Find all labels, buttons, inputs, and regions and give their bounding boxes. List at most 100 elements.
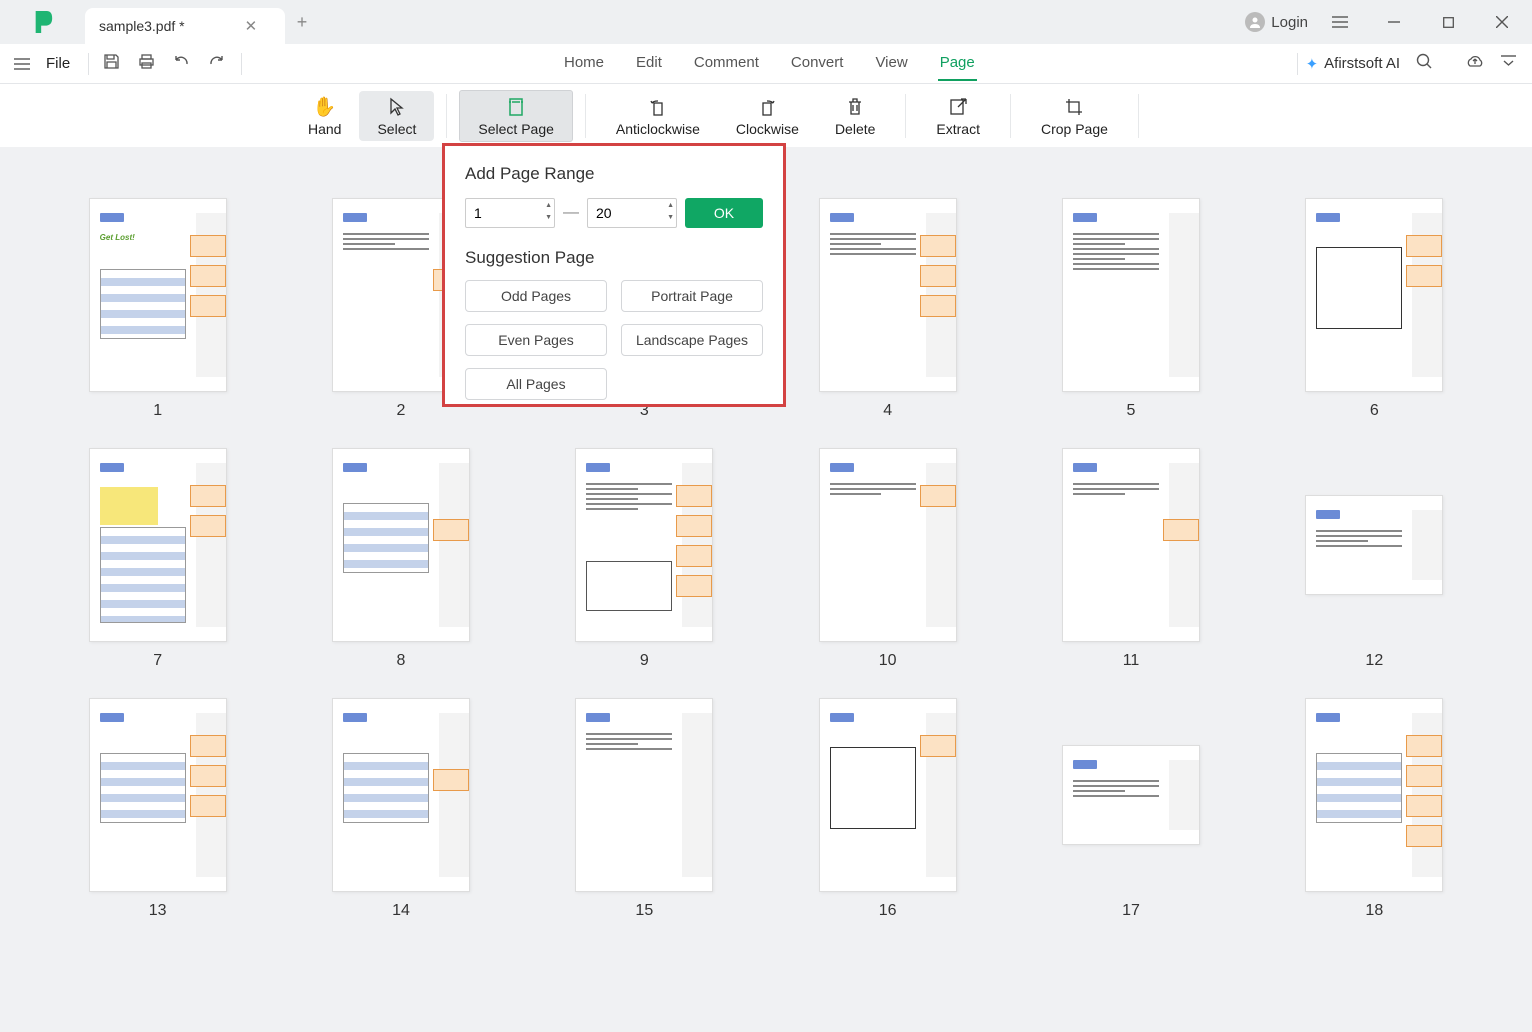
spinner-up-icon[interactable]: ▲ [545, 200, 552, 212]
document-tab[interactable]: sample3.pdf * ✕ [85, 8, 285, 44]
ok-button[interactable]: OK [685, 198, 763, 228]
page-thumbnail[interactable] [1062, 198, 1200, 392]
rotate-ccw-icon [648, 95, 668, 119]
page-thumbnail[interactable] [819, 198, 957, 392]
suggestion-title: Suggestion Page [465, 248, 763, 268]
avatar-icon [1245, 12, 1265, 32]
page-cell: 14 [313, 698, 488, 920]
range-dash: — [563, 204, 579, 222]
tool-delete[interactable]: Delete [817, 91, 893, 141]
page-number: 16 [879, 902, 897, 920]
menu-home[interactable]: Home [562, 46, 606, 81]
extract-icon [948, 95, 968, 119]
page-number: 14 [392, 902, 410, 920]
spinner-down-icon[interactable]: ▼ [545, 212, 552, 224]
undo-icon[interactable] [173, 54, 190, 73]
tool-crop-page[interactable]: Crop Page [1023, 91, 1126, 141]
tool-label: Select [377, 121, 416, 137]
divider [905, 94, 906, 138]
page-thumbnail[interactable] [89, 698, 227, 892]
page-cell: 12 [1287, 448, 1462, 670]
menu-view[interactable]: View [873, 46, 909, 81]
tool-label: Delete [835, 121, 875, 137]
popup-title: Add Page Range [465, 164, 763, 184]
close-tab-icon[interactable]: ✕ [245, 17, 258, 35]
rotate-cw-icon [757, 95, 777, 119]
search-icon[interactable] [1416, 53, 1433, 75]
minimize-button[interactable] [1372, 7, 1416, 37]
page-thumbnail[interactable] [1305, 698, 1443, 892]
menu-page[interactable]: Page [938, 46, 977, 81]
page-thumbnail[interactable] [1305, 495, 1443, 595]
print-icon[interactable] [138, 53, 155, 75]
new-tab-button[interactable]: + [285, 12, 319, 33]
page-number: 11 [1123, 652, 1140, 670]
file-menu[interactable]: File [38, 55, 78, 72]
cursor-icon [388, 95, 406, 119]
page-thumbnail[interactable] [89, 448, 227, 642]
trash-icon [846, 95, 864, 119]
page-cell: 8 [313, 448, 488, 670]
page-cell: 18 [1287, 698, 1462, 920]
page-toolbar: ✋ Hand Select Select Page Anticlockwise … [0, 84, 1532, 147]
save-icon[interactable] [103, 53, 120, 75]
app-logo [0, 9, 85, 35]
tool-extract[interactable]: Extract [918, 91, 998, 141]
hamburger-icon[interactable] [8, 58, 36, 70]
even-pages-button[interactable]: Even Pages [465, 324, 607, 356]
divider [1297, 53, 1298, 75]
tool-clockwise[interactable]: Clockwise [718, 91, 817, 141]
collapse-icon[interactable] [1501, 54, 1516, 73]
tool-select-page[interactable]: Select Page [459, 90, 573, 142]
spinner-down-icon[interactable]: ▼ [667, 212, 674, 224]
page-number: 17 [1122, 902, 1140, 920]
page-cell: 15 [557, 698, 732, 920]
page-thumbnail[interactable] [575, 698, 713, 892]
menu-convert[interactable]: Convert [789, 46, 846, 81]
login-button[interactable]: Login [1245, 12, 1308, 32]
page-number: 9 [640, 652, 649, 670]
page-number: 13 [149, 902, 167, 920]
tool-select[interactable]: Select [359, 91, 434, 141]
page-thumbnail[interactable] [575, 448, 713, 642]
page-thumbnail[interactable] [819, 698, 957, 892]
range-to-input[interactable]: ▲▼ [587, 198, 677, 228]
page-number: 18 [1365, 902, 1383, 920]
landscape-pages-button[interactable]: Landscape Pages [621, 324, 763, 356]
cloud-icon[interactable] [1465, 54, 1485, 74]
tab-title: sample3.pdf * [99, 18, 185, 34]
page-thumbnail[interactable] [332, 448, 470, 642]
page-number: 7 [153, 652, 162, 670]
menu-comment[interactable]: Comment [692, 46, 761, 81]
menu-edit[interactable]: Edit [634, 46, 664, 81]
tool-anticlockwise[interactable]: Anticlockwise [598, 91, 718, 141]
page-cell: 17 [1043, 698, 1218, 920]
all-pages-button[interactable]: All Pages [465, 368, 607, 400]
page-thumbnail[interactable] [332, 698, 470, 892]
tool-label: Clockwise [736, 121, 799, 137]
page-cell: 9 [557, 448, 732, 670]
page-cell: 6 [1287, 198, 1462, 420]
select-page-popup: Add Page Range ▲▼ — ▲▼ OK Suggestion Pag… [442, 143, 786, 407]
maximize-button[interactable] [1426, 7, 1470, 37]
redo-icon[interactable] [208, 54, 225, 73]
page-thumbnail[interactable] [819, 448, 957, 642]
tool-hand[interactable]: ✋ Hand [290, 91, 359, 141]
main-menu: Home Edit Comment Convert View Page [250, 46, 1288, 81]
app-menu-icon[interactable] [1318, 7, 1362, 37]
page-number: 6 [1370, 402, 1379, 420]
page-thumbnail[interactable] [1062, 745, 1200, 845]
ai-link[interactable]: ✦ Afirstsoft AI [1306, 55, 1400, 73]
page-cell: 11 [1043, 448, 1218, 670]
page-cell: 5 [1043, 198, 1218, 420]
portrait-page-button[interactable]: Portrait Page [621, 280, 763, 312]
range-from-input[interactable]: ▲▼ [465, 198, 555, 228]
page-number: 5 [1127, 402, 1136, 420]
page-thumbnail[interactable]: Get Lost! [89, 198, 227, 392]
odd-pages-button[interactable]: Odd Pages [465, 280, 607, 312]
spinner-up-icon[interactable]: ▲ [667, 200, 674, 212]
page-thumbnail[interactable] [1062, 448, 1200, 642]
divider [1010, 94, 1011, 138]
close-window-button[interactable] [1480, 7, 1524, 37]
page-thumbnail[interactable] [1305, 198, 1443, 392]
